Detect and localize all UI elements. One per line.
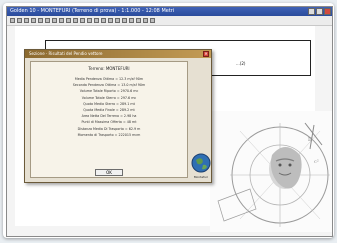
results-list: Media Pendenza Ottima = 12.3 m/sf 90m Sec… [31,76,187,138]
toolbar [7,16,332,26]
minimize-button[interactable] [308,8,315,15]
ok-button[interactable]: OK [95,169,123,176]
results-panel: Terreno: MONTEFURI Media Pendenza Ottima… [30,61,188,178]
pan-icon[interactable] [87,18,92,23]
vitruvian-sketch-illustration: π c² [210,111,332,232]
save-icon[interactable] [24,18,29,23]
terrain-label: Terreno: MONTEFURI [88,66,130,71]
help-icon[interactable] [150,18,155,23]
results-dialog: Sezione · Risultati del Pendio vettore ✕… [24,49,212,183]
zoom-out-icon[interactable] [80,18,85,23]
app-window: Golden 10 - MONTEFURI (Terreno di prova)… [6,6,333,237]
open-icon[interactable] [17,18,22,23]
globe-icon[interactable] [191,153,211,173]
line-icon[interactable] [101,18,106,23]
layers-icon[interactable] [122,18,127,23]
polygon-icon[interactable] [108,18,113,23]
table-icon[interactable] [129,18,134,23]
zoom-in-icon[interactable] [73,18,78,23]
svg-text:π: π [308,136,312,143]
redo-icon[interactable] [66,18,71,23]
close-button[interactable] [324,8,331,15]
dialog-title: Sezione · Risultati del Pendio vettore [29,51,103,56]
dialog-close-button[interactable]: ✕ [203,51,209,57]
result-row: Momento di Trasporto = 222015 mcm [77,132,141,137]
app-titlebar: Golden 10 - MONTEFURI (Terreno di prova)… [7,7,332,16]
document-note: ...(2) [236,61,246,66]
settings-icon[interactable] [143,18,148,23]
copy-icon[interactable] [45,18,50,23]
print-icon[interactable] [31,18,36,23]
app-title: Golden 10 - MONTEFURI (Terreno di prova)… [10,8,175,14]
cut-icon[interactable] [38,18,43,23]
undo-icon[interactable] [59,18,64,23]
dialog-titlebar: Sezione · Risultati del Pendio vettore ✕ [25,50,211,58]
new-icon[interactable] [10,18,15,23]
globe-label: Montefuri [193,175,209,179]
paste-icon[interactable] [52,18,57,23]
svg-text:c²: c² [314,159,319,165]
chart-icon[interactable] [136,18,141,23]
measure-icon[interactable] [115,18,120,23]
maximize-button[interactable] [316,8,323,15]
select-icon[interactable] [94,18,99,23]
